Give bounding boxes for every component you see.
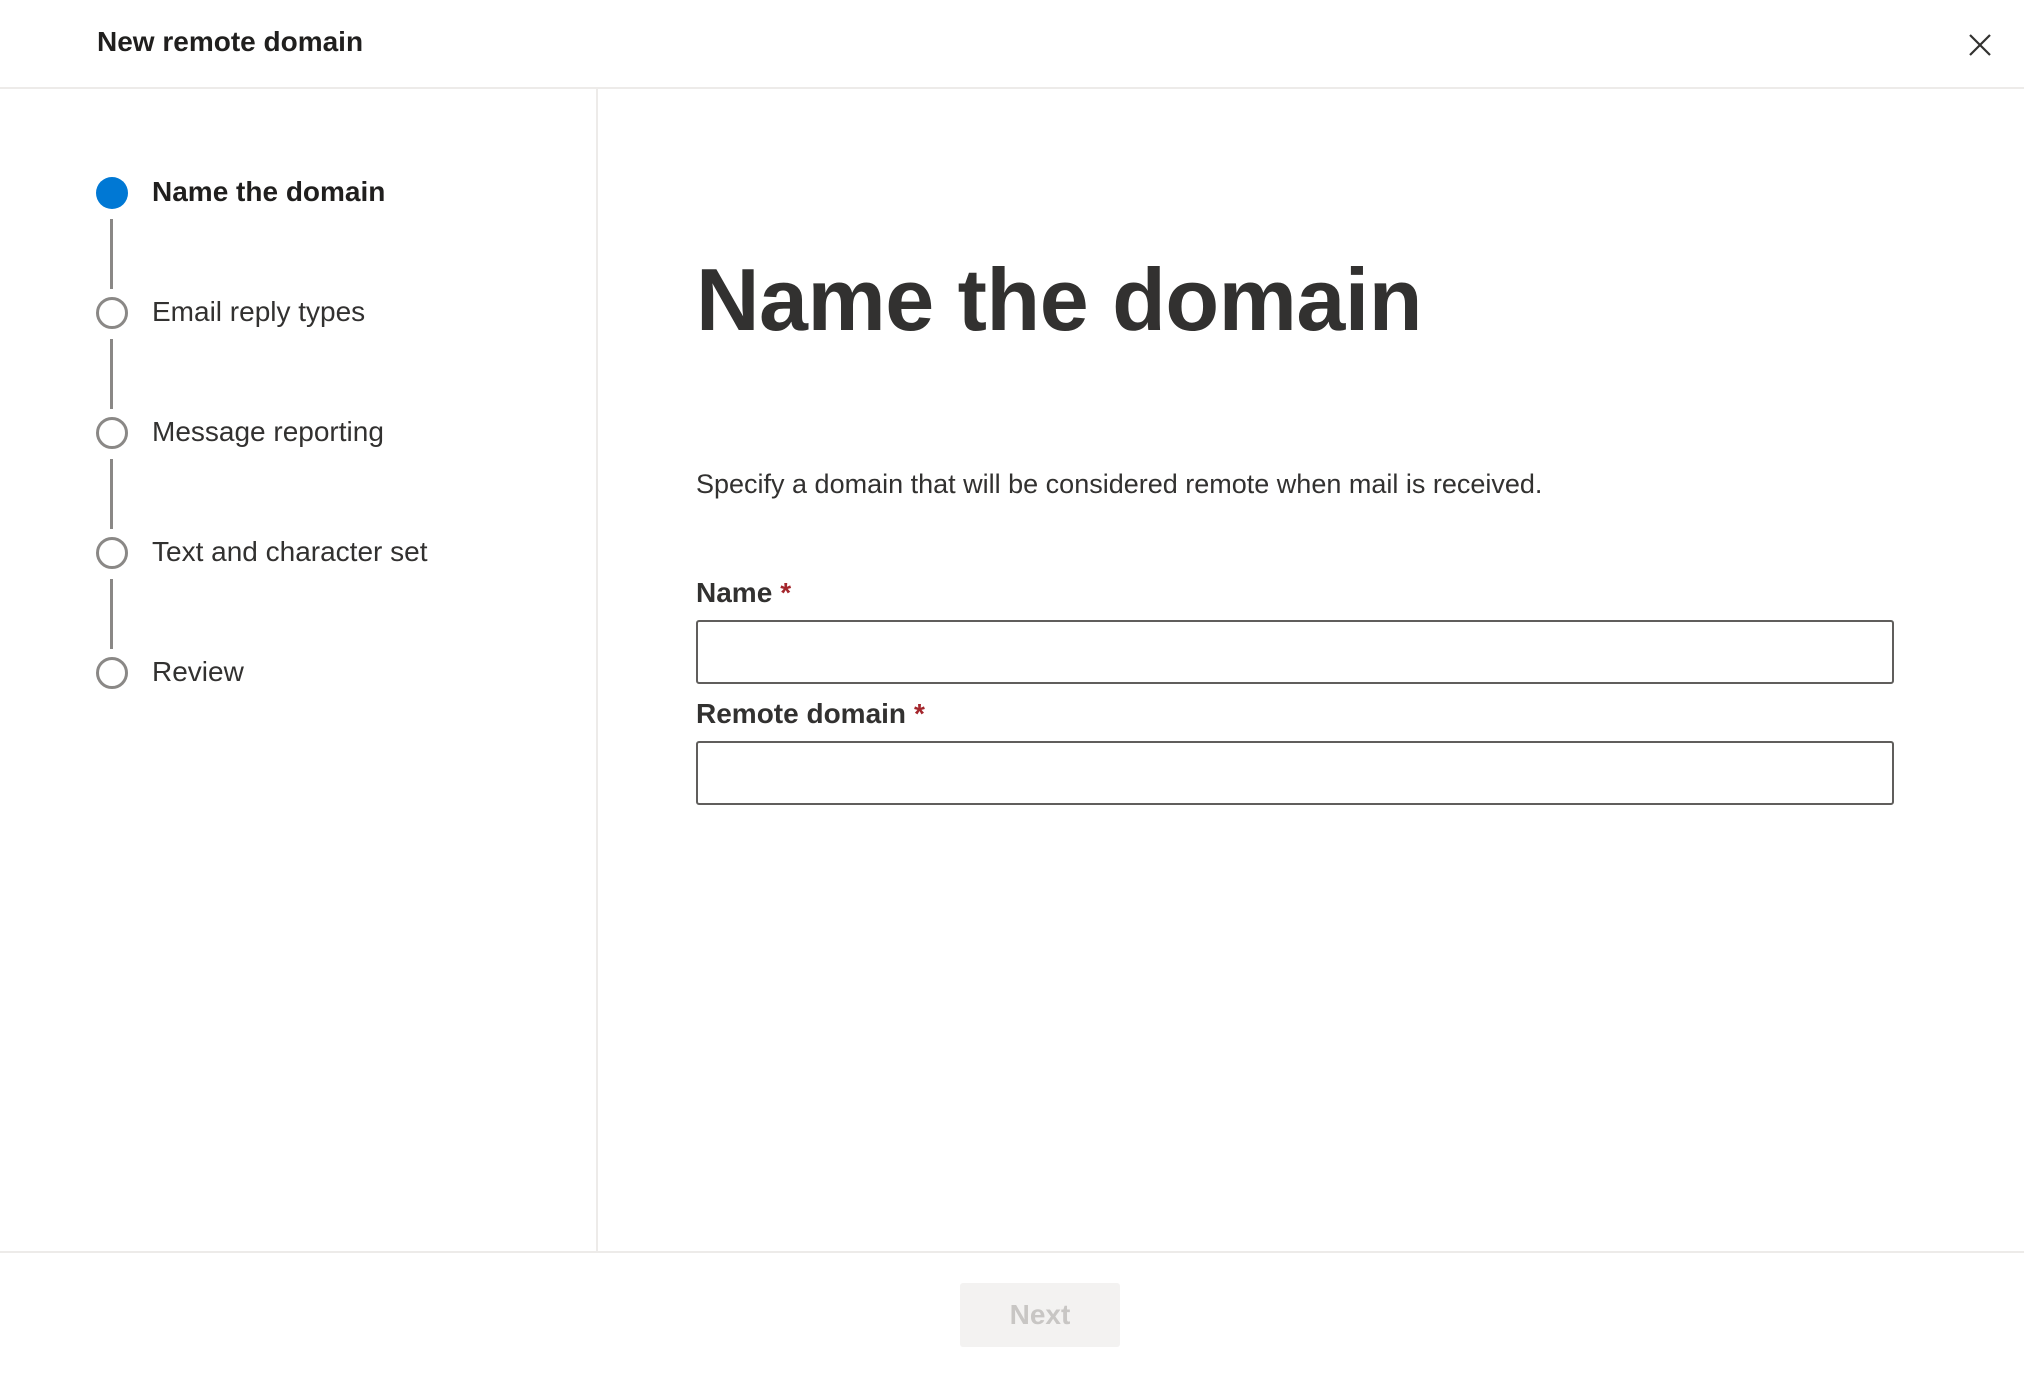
step-review[interactable]: Review [152,656,244,688]
close-icon [1969,34,1991,56]
step-indicator [96,537,128,569]
step-text-and-character-set[interactable]: Text and character set [152,536,427,568]
panel-header: New remote domain [0,0,2024,89]
name-input[interactable] [696,620,1894,684]
next-button[interactable]: Next [960,1283,1120,1347]
step-connector [110,219,113,289]
panel-footer: Next [0,1251,2024,1376]
step-connector [110,579,113,649]
name-label-text: Name [696,577,773,608]
wizard-main-content: Name the domain Specify a domain that wi… [598,89,2024,1251]
page-title: Name the domain [696,250,1422,349]
page-description: Specify a domain that will be considered… [696,469,1543,499]
step-email-reply-types[interactable]: Email reply types [152,296,365,328]
step-indicator-active [96,177,128,209]
step-indicator [96,657,128,689]
step-connector [110,459,113,529]
remote-domain-label-text: Remote domain [696,698,907,729]
panel-title: New remote domain [97,26,364,57]
step-indicator [96,417,128,449]
step-name-the-domain[interactable]: Name the domain [152,176,385,208]
wizard-step-nav: Name the domain Email reply types Messag… [0,89,598,1251]
remote-domain-field-label: Remote domain * [696,698,925,730]
new-remote-domain-panel: New remote domain Name the domain Email … [0,0,2024,1376]
name-field-label: Name * [696,577,791,609]
required-indicator: * [914,698,925,729]
step-message-reporting[interactable]: Message reporting [152,416,384,448]
step-connector [110,339,113,409]
close-button[interactable] [1960,25,2000,65]
step-indicator [96,297,128,329]
required-indicator: * [780,577,792,608]
remote-domain-input[interactable] [696,741,1894,805]
